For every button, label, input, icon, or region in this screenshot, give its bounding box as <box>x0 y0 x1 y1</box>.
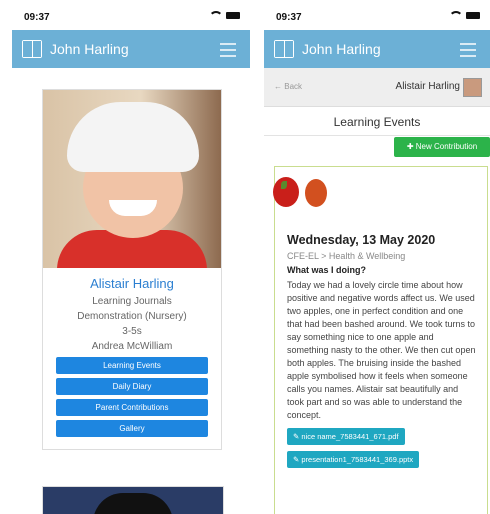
status-time: 09:37 <box>276 12 302 23</box>
child-name[interactable]: Alistair Harling <box>43 276 221 291</box>
menu-icon[interactable] <box>220 43 236 61</box>
user-name: Alistair Harling <box>395 81 460 92</box>
battery-icon <box>226 11 240 19</box>
entry-category: CFE-EL > Health & Wellbeing <box>287 251 406 261</box>
age-group-label: 3-5s <box>122 326 142 337</box>
menu-icon[interactable] <box>460 43 476 61</box>
right-screen: 09:37 John Harling ← Back Alistair Harli… <box>264 0 490 514</box>
second-child-card[interactable] <box>42 486 224 514</box>
wifi-icon <box>449 11 463 19</box>
left-screen: 09:37 John Harling Alistair Harling Lear… <box>12 0 250 514</box>
attachment-link[interactable]: ✎ presentation1_7583441_369.pptx <box>287 451 420 468</box>
navbar: John Harling <box>12 30 250 68</box>
back-button[interactable]: ← Back <box>274 82 302 91</box>
status-bar: 09:37 <box>12 0 250 30</box>
apple-image-orange <box>305 179 327 207</box>
parent-contributions-button[interactable]: Parent Contributions <box>56 399 208 416</box>
setting-label: Demonstration (Nursery) <box>77 311 187 322</box>
status-time: 09:37 <box>24 12 50 23</box>
learning-event-card: Wednesday, 13 May 2020 CFE-EL > Health &… <box>273 166 488 514</box>
journal-label: Learning Journals <box>92 296 172 307</box>
entry-image[interactable] <box>273 167 487 217</box>
apple-image-red <box>273 177 299 207</box>
child-meta: Learning Journals Demonstration (Nursery… <box>43 295 221 353</box>
status-icons <box>209 11 240 19</box>
new-contribution-label: New Contribution <box>415 142 478 151</box>
daily-diary-button[interactable]: Daily Diary <box>56 378 208 395</box>
app-logo-icon[interactable] <box>274 40 294 58</box>
learning-events-button[interactable]: Learning Events <box>56 357 208 374</box>
arrow-left-icon: ← <box>274 82 285 91</box>
entry-date: Wednesday, 13 May 2020 <box>287 233 436 247</box>
keyworker-label: Andrea McWilliam <box>91 341 173 352</box>
sub-header: ← Back Alistair Harling <box>264 68 490 107</box>
gallery-button[interactable]: Gallery <box>56 420 208 437</box>
back-label: Back <box>284 82 303 91</box>
new-contribution-button[interactable]: ✚ New Contribution <box>394 137 490 157</box>
navbar-title: John Harling <box>302 41 381 57</box>
child-photo <box>43 90 221 268</box>
avatar[interactable] <box>463 78 482 97</box>
battery-icon <box>466 11 480 19</box>
app-logo-icon[interactable] <box>22 40 42 58</box>
child-profile-card: Alistair Harling Learning Journals Demon… <box>42 89 222 450</box>
navbar-title: John Harling <box>50 41 129 57</box>
status-icons <box>449 11 480 19</box>
navbar: John Harling <box>264 30 490 68</box>
plus-icon: ✚ <box>406 142 416 151</box>
attachment-label: presentation1_7583441_369.pptx <box>301 455 414 464</box>
status-bar: 09:37 <box>264 0 490 30</box>
attachment-label: nice name_7583441_671.pdf <box>301 432 399 441</box>
wifi-icon <box>209 11 223 19</box>
entry-question: What was I doing? <box>287 265 366 275</box>
attachment-link[interactable]: ✎ nice name_7583441_671.pdf <box>287 428 405 445</box>
entry-body: Today we had a lovely circle time about … <box>287 280 476 420</box>
page-title: Learning Events <box>264 107 490 136</box>
